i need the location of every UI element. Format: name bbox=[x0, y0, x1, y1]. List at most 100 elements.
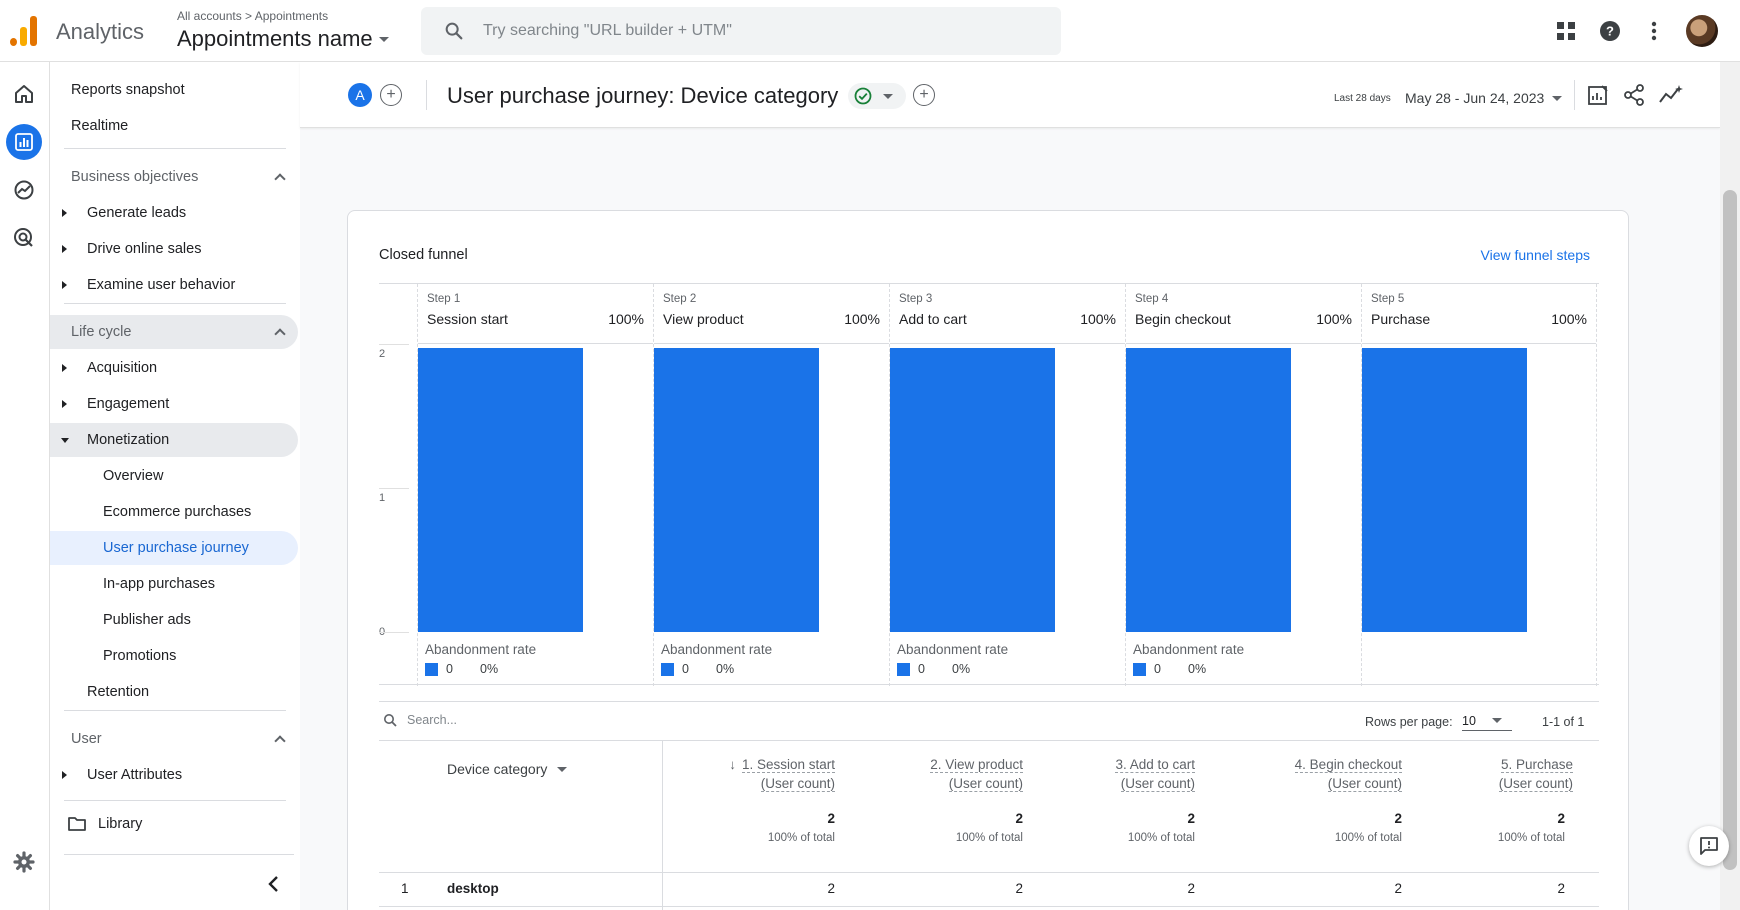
abandonment-value: 0 0% bbox=[425, 662, 498, 676]
search-bar[interactable] bbox=[421, 7, 1061, 55]
add-comparison-icon[interactable]: + bbox=[380, 84, 402, 106]
funnel-bar[interactable] bbox=[890, 348, 1055, 632]
report-status-dropdown[interactable] bbox=[848, 83, 906, 109]
funnel-bar[interactable] bbox=[1126, 348, 1291, 632]
section-label: Business objectives bbox=[71, 169, 199, 185]
divider bbox=[426, 80, 427, 110]
sidebar-item-in-app-purchases[interactable]: In-app purchases bbox=[50, 567, 298, 601]
settings-icon[interactable] bbox=[6, 844, 42, 880]
search-input[interactable] bbox=[483, 22, 1043, 40]
sidebar-item-generate-leads[interactable]: Generate leads bbox=[50, 196, 298, 230]
sidebar-item-user-attributes[interactable]: User Attributes bbox=[50, 758, 298, 792]
insights-icon[interactable] bbox=[1658, 83, 1683, 107]
apps-grid-icon[interactable] bbox=[1544, 14, 1588, 48]
sidebar-item-reports-snapshot[interactable]: Reports snapshot bbox=[50, 73, 298, 107]
sidebar-item-user-purchase-journey[interactable]: User purchase journey bbox=[50, 531, 298, 565]
abandonment-value: 0 0% bbox=[1133, 662, 1206, 676]
home-icon[interactable] bbox=[6, 76, 42, 112]
legend-swatch bbox=[425, 662, 438, 676]
folder-icon bbox=[68, 817, 86, 831]
sidebar-item-promotions[interactable]: Promotions bbox=[50, 639, 298, 673]
scrollbar-thumb[interactable] bbox=[1723, 190, 1737, 870]
share-icon[interactable] bbox=[1622, 83, 1646, 107]
section-life-cycle[interactable]: Life cycle bbox=[50, 315, 298, 349]
rows-per-page-select[interactable]: 10 bbox=[1462, 711, 1512, 731]
main-content: A + User purchase journey: Device catego… bbox=[300, 62, 1720, 910]
reports-icon[interactable] bbox=[6, 124, 42, 160]
metric-column-header[interactable]: 4. Begin checkout (User count) bbox=[1294, 755, 1402, 793]
advertising-icon[interactable] bbox=[6, 220, 42, 256]
scrollbar[interactable] bbox=[1720, 62, 1740, 910]
legend-swatch bbox=[1133, 662, 1146, 676]
caret-right-icon bbox=[62, 400, 67, 408]
view-funnel-steps-link[interactable]: View funnel steps bbox=[1481, 247, 1590, 263]
add-filter-icon[interactable]: + bbox=[913, 84, 935, 106]
sidebar-item-overview[interactable]: Overview bbox=[50, 459, 298, 493]
analytics-logo-icon[interactable] bbox=[10, 14, 38, 46]
breadcrumb-root[interactable]: All accounts bbox=[177, 9, 242, 23]
total-percent: 100% of total bbox=[1127, 832, 1195, 844]
chevron-up-icon bbox=[274, 735, 286, 747]
collapse-sidebar-icon[interactable] bbox=[264, 874, 284, 894]
caret-down-icon bbox=[378, 36, 389, 42]
sidebar-item-acquisition[interactable]: Acquisition bbox=[50, 351, 298, 385]
rows-per-page-value: 10 bbox=[1462, 713, 1476, 728]
sidebar-item-publisher-ads[interactable]: Publisher ads bbox=[50, 603, 298, 637]
breadcrumb-leaf[interactable]: Appointments bbox=[255, 9, 328, 23]
row-value: 2 bbox=[1394, 881, 1402, 896]
total-percent: 100% of total bbox=[955, 832, 1023, 844]
step-header[interactable]: Step 1 Session start 100% bbox=[418, 284, 653, 344]
abandonment-label: Abandonment rate bbox=[661, 642, 773, 657]
chevron-up-icon bbox=[274, 173, 286, 185]
avatar[interactable] bbox=[1686, 15, 1718, 47]
funnel-bar[interactable] bbox=[654, 348, 819, 632]
feedback-button[interactable] bbox=[1689, 826, 1729, 866]
section-user[interactable]: User bbox=[50, 722, 298, 756]
metric-column-header[interactable]: 5. Purchase (User count) bbox=[1498, 755, 1573, 793]
sidebar-item-label: Overview bbox=[103, 468, 164, 484]
metric-column-header[interactable]: ↓ 1. Session start (User count) bbox=[729, 755, 835, 793]
comparison-badge[interactable]: A bbox=[348, 83, 372, 107]
step-header[interactable]: Step 5 Purchase 100% bbox=[1362, 284, 1596, 344]
sidebar-item-realtime[interactable]: Realtime bbox=[50, 109, 298, 143]
sidebar-item-examine-user-behavior[interactable]: Examine user behavior bbox=[50, 268, 298, 302]
sidebar-item-ecommerce-purchases[interactable]: Ecommerce purchases bbox=[50, 495, 298, 529]
explore-icon[interactable] bbox=[6, 172, 42, 208]
table-search[interactable]: Search... bbox=[383, 713, 457, 727]
card-title: Closed funnel bbox=[379, 247, 468, 263]
sidebar-item-label: In-app purchases bbox=[103, 576, 216, 592]
metric-column-header[interactable]: 3. Add to cart (User count) bbox=[1115, 755, 1195, 793]
table-row[interactable]: 1 desktop 2 2 2 2 2 bbox=[379, 881, 1599, 901]
step-header[interactable]: Step 2 View product 100% bbox=[654, 284, 889, 344]
date-range-picker[interactable]: May 28 - Jun 24, 2023 bbox=[1405, 90, 1563, 106]
sidebar-item-engagement[interactable]: Engagement bbox=[50, 387, 298, 421]
sidebar-item-library[interactable]: Library bbox=[50, 807, 298, 841]
feedback-icon bbox=[1700, 837, 1718, 855]
more-vert-icon[interactable] bbox=[1632, 14, 1676, 48]
section-business-objectives[interactable]: Business objectives bbox=[50, 160, 298, 194]
caret-down-icon bbox=[883, 93, 893, 99]
sidebar-item-drive-online-sales[interactable]: Drive online sales bbox=[50, 232, 298, 266]
customize-report-icon[interactable] bbox=[1586, 83, 1610, 107]
help-icon[interactable]: ? bbox=[1588, 14, 1632, 48]
sidebar-item-label: Drive online sales bbox=[87, 241, 202, 257]
breadcrumb-separator: > bbox=[245, 9, 253, 23]
column-title: 1. Session start bbox=[741, 757, 835, 773]
metric-column-header[interactable]: 2. View product (User count) bbox=[930, 755, 1023, 793]
abandonment-rate: 0% bbox=[952, 662, 971, 676]
gridline bbox=[379, 632, 409, 633]
abandonment-count: 0 bbox=[446, 662, 453, 676]
funnel-bar[interactable] bbox=[418, 348, 583, 632]
dimension-header[interactable]: Device category bbox=[447, 761, 568, 777]
report-header: A + User purchase journey: Device catego… bbox=[300, 62, 1720, 128]
step-number: Step 3 bbox=[899, 293, 933, 305]
funnel-card: Closed funnel View funnel steps 2 1 0 St… bbox=[347, 210, 1629, 910]
gridline bbox=[379, 488, 409, 489]
sort-arrow-down-icon[interactable]: ↓ bbox=[729, 757, 736, 772]
step-header[interactable]: Step 4 Begin checkout 100% bbox=[1126, 284, 1361, 344]
sidebar-item-retention[interactable]: Retention bbox=[50, 675, 298, 709]
step-header[interactable]: Step 3 Add to cart 100% bbox=[890, 284, 1125, 344]
funnel-bar[interactable] bbox=[1362, 348, 1527, 632]
property-selector[interactable]: Appointments name bbox=[177, 26, 389, 52]
sidebar-item-monetization[interactable]: Monetization bbox=[50, 423, 298, 457]
